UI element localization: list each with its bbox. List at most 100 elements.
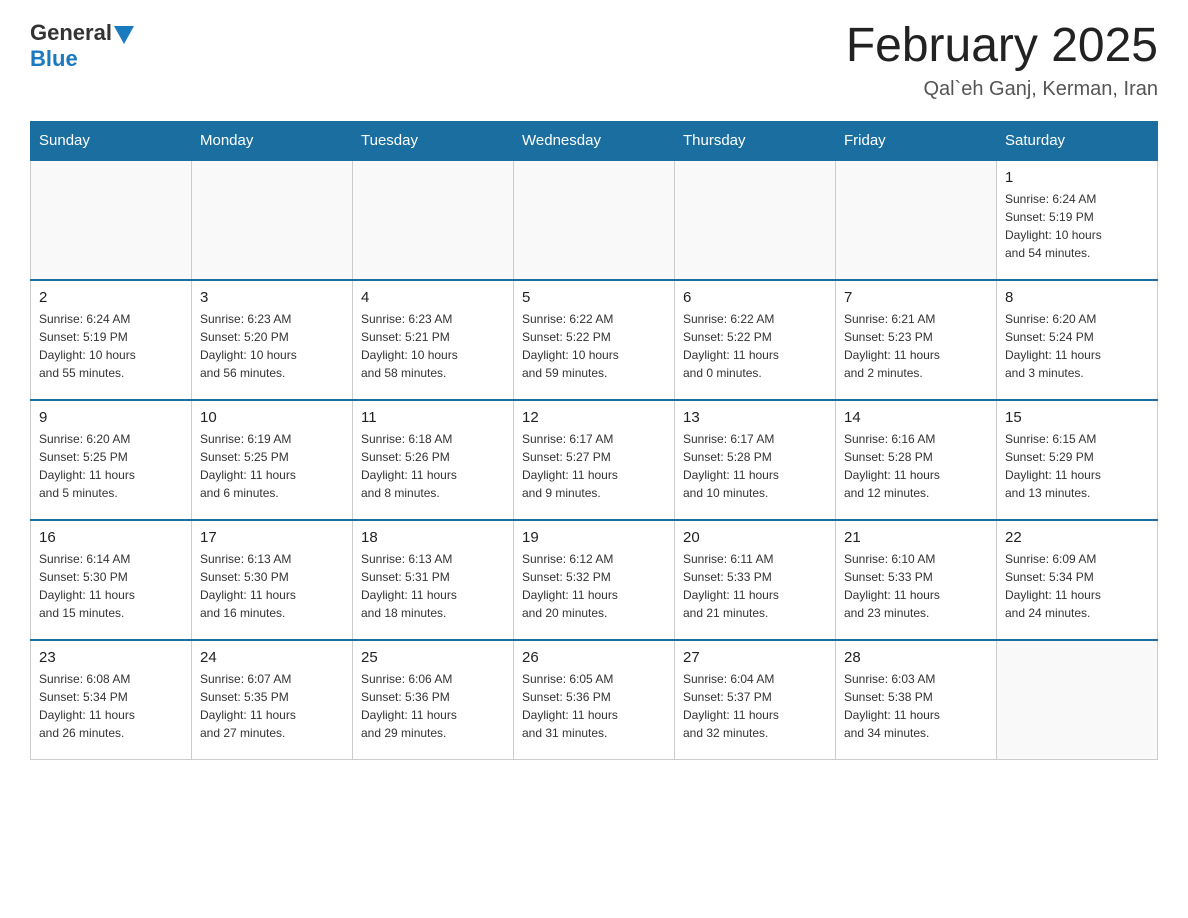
calendar-week-row: 23Sunrise: 6:08 AM Sunset: 5:34 PM Dayli… [31,640,1158,760]
day-number: 9 [39,409,183,426]
day-info: Sunrise: 6:20 AM Sunset: 5:25 PM Dayligh… [39,430,183,502]
day-info: Sunrise: 6:17 AM Sunset: 5:27 PM Dayligh… [522,430,666,502]
day-of-week-header: Sunday [31,121,192,160]
calendar-day-cell: 16 Sunrise: 6:14 AM Sunset: 5:30 PM Dayli… [31,520,192,640]
calendar-day-cell: 12 Sunrise: 6:17 AM Sunset: 5:27 PM Dayli… [514,400,675,520]
logo-triangle-icon [114,26,134,44]
day-info: Sunrise: 6:16 AM Sunset: 5:28 PM Dayligh… [844,430,988,502]
day-number: 19 [522,529,666,546]
day-info: Sunrise: 6:19 AM Sunset: 5:25 PM Dayligh… [200,430,344,502]
calendar-day-cell: 1 Sunrise: 6:24 AM Sunset: 5:19 PM Daylig… [997,160,1158,280]
calendar-day-cell: 6 Sunrise: 6:22 AM Sunset: 5:22 PM Daylig… [675,280,836,400]
day-number: 18 [361,529,505,546]
day-info: Sunrise: 6:13 AM Sunset: 5:31 PM Dayligh… [361,550,505,622]
calendar-header-row: SundayMondayTuesdayWednesdayThursdayFrid… [31,121,1158,160]
calendar-day-cell: 25 Sunrise: 6:06 AM Sunset: 5:36 PM Dayli… [353,640,514,760]
calendar-day-cell: 18 Sunrise: 6:13 AM Sunset: 5:31 PM Dayli… [353,520,514,640]
day-of-week-header: Thursday [675,121,836,160]
day-info: Sunrise: 6:17 AM Sunset: 5:28 PM Dayligh… [683,430,827,502]
calendar-day-cell: 17 Sunrise: 6:13 AM Sunset: 5:30 PM Dayli… [192,520,353,640]
calendar-table: SundayMondayTuesdayWednesdayThursdayFrid… [30,121,1158,761]
day-number: 15 [1005,409,1149,426]
day-number: 22 [1005,529,1149,546]
page-header: General Blue February 2025 Qal`eh Ganj, … [30,20,1158,101]
day-of-week-header: Friday [836,121,997,160]
calendar-day-cell: 27 Sunrise: 6:04 AM Sunset: 5:37 PM Dayli… [675,640,836,760]
day-number: 17 [200,529,344,546]
location-title: Qal`eh Ganj, Kerman, Iran [846,78,1158,101]
calendar-day-cell: 7 Sunrise: 6:21 AM Sunset: 5:23 PM Daylig… [836,280,997,400]
day-number: 25 [361,649,505,666]
calendar-day-cell: 28Sunrise: 6:03 AM Sunset: 5:38 PM Dayli… [836,640,997,760]
calendar-day-cell: 15 Sunrise: 6:15 AM Sunset: 5:29 PM Dayli… [997,400,1158,520]
day-info: Sunrise: 6:10 AM Sunset: 5:33 PM Dayligh… [844,550,988,622]
day-number: 2 [39,289,183,306]
day-info: Sunrise: 6:24 AM Sunset: 5:19 PM Dayligh… [39,310,183,382]
day-number: 13 [683,409,827,426]
calendar-day-cell: 2 Sunrise: 6:24 AM Sunset: 5:19 PM Daylig… [31,280,192,400]
calendar-day-cell [353,160,514,280]
day-number: 1 [1005,169,1149,186]
day-number: 6 [683,289,827,306]
day-info: Sunrise: 6:06 AM Sunset: 5:36 PM Dayligh… [361,670,505,742]
calendar-day-cell [997,640,1158,760]
calendar-day-cell: 21 Sunrise: 6:10 AM Sunset: 5:33 PM Dayli… [836,520,997,640]
calendar-day-cell [836,160,997,280]
month-title: February 2025 [846,20,1158,73]
calendar-day-cell [31,160,192,280]
day-number: 12 [522,409,666,426]
logo: General Blue [30,20,134,72]
calendar-week-row: 1 Sunrise: 6:24 AM Sunset: 5:19 PM Daylig… [31,160,1158,280]
day-info: Sunrise: 6:22 AM Sunset: 5:22 PM Dayligh… [522,310,666,382]
day-number: 20 [683,529,827,546]
day-info: Sunrise: 6:03 AM Sunset: 5:38 PM Dayligh… [844,670,988,742]
day-info: Sunrise: 6:22 AM Sunset: 5:22 PM Dayligh… [683,310,827,382]
day-info: Sunrise: 6:04 AM Sunset: 5:37 PM Dayligh… [683,670,827,742]
day-number: 16 [39,529,183,546]
day-number: 8 [1005,289,1149,306]
calendar-day-cell [192,160,353,280]
calendar-day-cell [514,160,675,280]
day-info: Sunrise: 6:24 AM Sunset: 5:19 PM Dayligh… [1005,190,1149,262]
day-of-week-header: Saturday [997,121,1158,160]
calendar-day-cell: 19 Sunrise: 6:12 AM Sunset: 5:32 PM Dayli… [514,520,675,640]
calendar-week-row: 9 Sunrise: 6:20 AM Sunset: 5:25 PM Daylig… [31,400,1158,520]
day-info: Sunrise: 6:14 AM Sunset: 5:30 PM Dayligh… [39,550,183,622]
day-number: 21 [844,529,988,546]
day-of-week-header: Tuesday [353,121,514,160]
day-of-week-header: Monday [192,121,353,160]
title-block: February 2025 Qal`eh Ganj, Kerman, Iran [846,20,1158,101]
calendar-day-cell: 10Sunrise: 6:19 AM Sunset: 5:25 PM Dayli… [192,400,353,520]
day-number: 14 [844,409,988,426]
calendar-day-cell [675,160,836,280]
day-number: 3 [200,289,344,306]
calendar-day-cell: 24 Sunrise: 6:07 AM Sunset: 5:35 PM Dayli… [192,640,353,760]
calendar-day-cell: 5 Sunrise: 6:22 AM Sunset: 5:22 PM Daylig… [514,280,675,400]
day-info: Sunrise: 6:21 AM Sunset: 5:23 PM Dayligh… [844,310,988,382]
day-info: Sunrise: 6:07 AM Sunset: 5:35 PM Dayligh… [200,670,344,742]
calendar-day-cell: 3 Sunrise: 6:23 AM Sunset: 5:20 PM Daylig… [192,280,353,400]
day-number: 24 [200,649,344,666]
day-info: Sunrise: 6:18 AM Sunset: 5:26 PM Dayligh… [361,430,505,502]
day-info: Sunrise: 6:08 AM Sunset: 5:34 PM Dayligh… [39,670,183,742]
calendar-week-row: 16 Sunrise: 6:14 AM Sunset: 5:30 PM Dayli… [31,520,1158,640]
day-info: Sunrise: 6:15 AM Sunset: 5:29 PM Dayligh… [1005,430,1149,502]
day-number: 7 [844,289,988,306]
calendar-day-cell: 9 Sunrise: 6:20 AM Sunset: 5:25 PM Daylig… [31,400,192,520]
day-number: 4 [361,289,505,306]
calendar-day-cell: 14 Sunrise: 6:16 AM Sunset: 5:28 PM Dayli… [836,400,997,520]
day-info: Sunrise: 6:23 AM Sunset: 5:21 PM Dayligh… [361,310,505,382]
day-info: Sunrise: 6:23 AM Sunset: 5:20 PM Dayligh… [200,310,344,382]
day-number: 26 [522,649,666,666]
day-info: Sunrise: 6:13 AM Sunset: 5:30 PM Dayligh… [200,550,344,622]
day-number: 5 [522,289,666,306]
day-info: Sunrise: 6:20 AM Sunset: 5:24 PM Dayligh… [1005,310,1149,382]
calendar-day-cell: 8 Sunrise: 6:20 AM Sunset: 5:24 PM Daylig… [997,280,1158,400]
calendar-day-cell: 20Sunrise: 6:11 AM Sunset: 5:33 PM Dayli… [675,520,836,640]
calendar-day-cell: 11 Sunrise: 6:18 AM Sunset: 5:26 PM Dayli… [353,400,514,520]
day-number: 11 [361,409,505,426]
calendar-day-cell: 13 Sunrise: 6:17 AM Sunset: 5:28 PM Dayli… [675,400,836,520]
day-info: Sunrise: 6:12 AM Sunset: 5:32 PM Dayligh… [522,550,666,622]
calendar-day-cell: 22Sunrise: 6:09 AM Sunset: 5:34 PM Dayli… [997,520,1158,640]
day-number: 27 [683,649,827,666]
